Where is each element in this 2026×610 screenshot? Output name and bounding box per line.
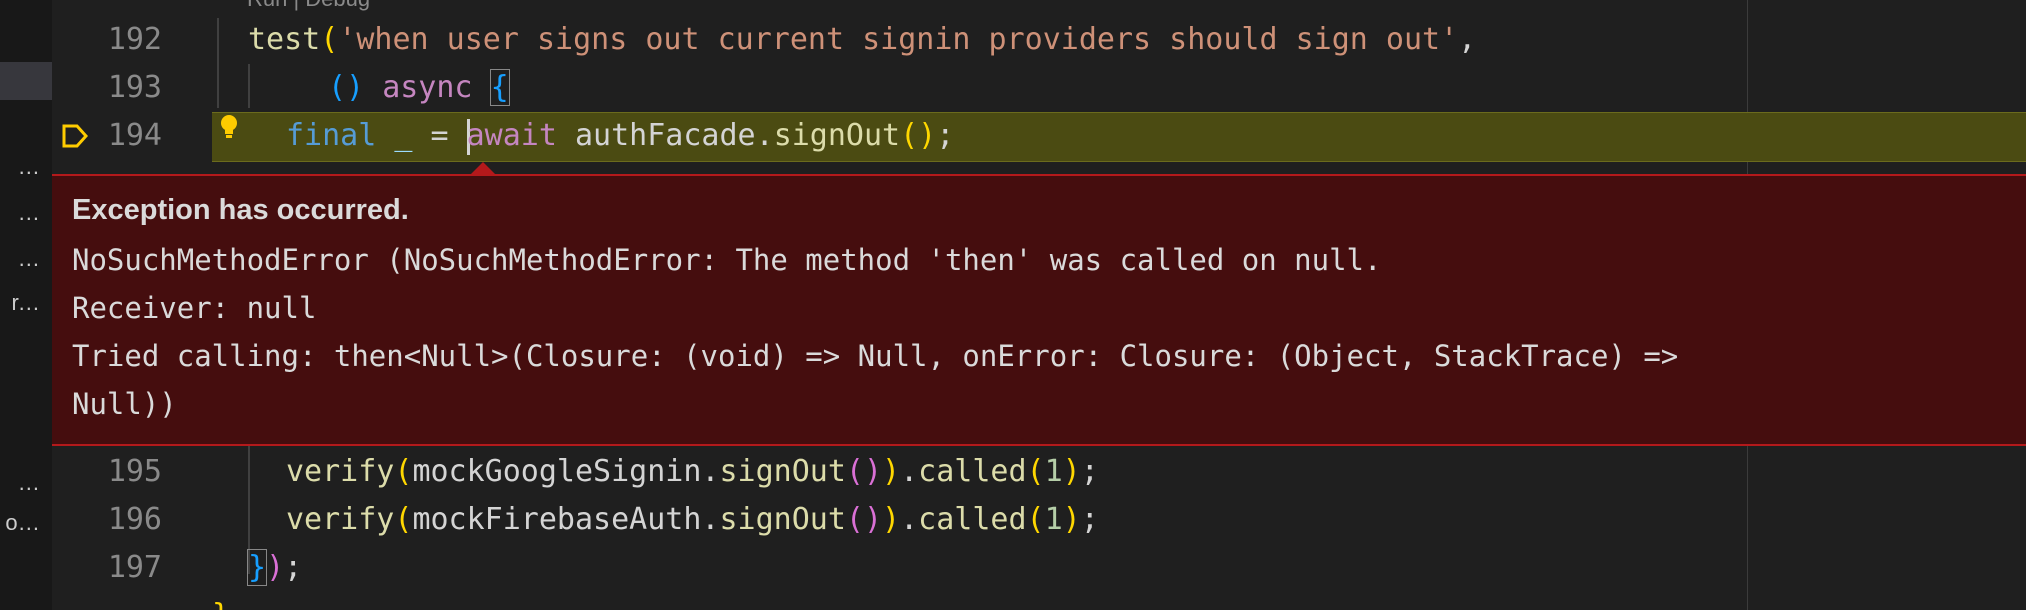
line-number: 193 — [107, 70, 162, 105]
exception-title: Exception has occurred. — [72, 194, 409, 226]
explorer-sidebar: ... ... ... r... ... o... — [0, 0, 52, 610]
code-line-193[interactable]: 193 () async { — [52, 64, 2026, 112]
line-number: 194 — [107, 118, 162, 153]
code-text: test('when user signs out current signin… — [248, 22, 1477, 57]
line-number: 192 — [107, 22, 162, 57]
code-line-192[interactable]: 192 test('when user signs out current si… — [52, 16, 2026, 64]
code-line-198[interactable]: } — [52, 592, 2026, 610]
code-line-194[interactable]: 194 final _ = await authFacade.signOut()… — [52, 112, 2026, 160]
sidebar-item[interactable]: ... — [0, 200, 40, 226]
code-line-196[interactable]: 196 verify(mockFirebaseAuth.signOut()).c… — [52, 496, 2026, 544]
code-text: verify(mockGoogleSignin.signOut()).calle… — [286, 454, 1099, 489]
code-line-197[interactable]: 197 }); — [52, 544, 2026, 592]
code-text: () async { — [328, 69, 510, 106]
sidebar-item[interactable]: o... — [0, 510, 40, 536]
sidebar-selected-item[interactable] — [0, 62, 52, 100]
sidebar-item[interactable]: ... — [0, 154, 40, 180]
line-number: 195 — [107, 454, 162, 489]
code-text: final _ = await authFacade.signOut(); — [286, 118, 955, 155]
line-number — [52, 592, 162, 610]
code-line-195[interactable]: 195 verify(mockGoogleSignin.signOut()).c… — [52, 448, 2026, 496]
code-text: } — [212, 592, 230, 610]
sidebar-item[interactable]: r... — [0, 290, 40, 316]
exception-message: NoSuchMethodError (NoSuchMethodError: Th… — [72, 243, 1679, 421]
code-text: verify(mockFirebaseAuth.signOut()).calle… — [286, 502, 1099, 537]
exception-widget[interactable]: Exception has occurred. NoSuchMethodErro… — [52, 174, 2026, 446]
codelens-run-debug[interactable]: Run | Debug — [247, 0, 370, 12]
line-number: 197 — [107, 550, 162, 585]
code-editor[interactable]: Run | Debug 192 test('when user signs ou… — [52, 0, 2026, 610]
line-number: 196 — [107, 502, 162, 537]
sidebar-item[interactable]: ... — [0, 246, 40, 272]
sidebar-item[interactable]: ... — [0, 470, 40, 496]
code-text: }); — [246, 549, 303, 586]
